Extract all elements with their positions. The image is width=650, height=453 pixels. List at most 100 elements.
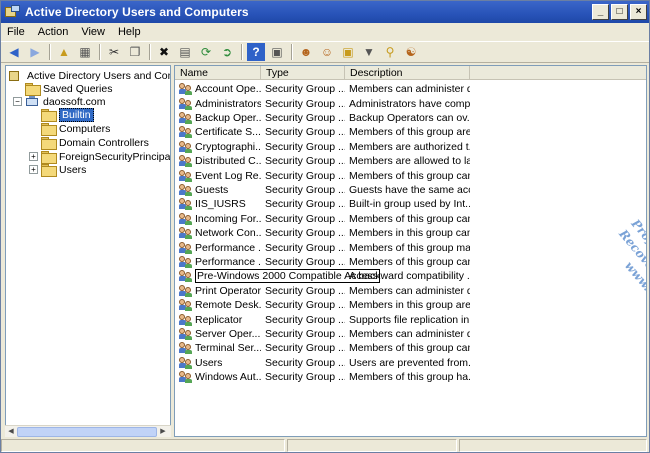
group-name: Distributed C...	[195, 155, 261, 168]
back-arrow-icon[interactable]: ◀	[5, 43, 23, 61]
cell-description: Members of this group are...	[349, 126, 470, 139]
tree-item-label: Saved Queries	[43, 82, 113, 95]
folder-icon	[41, 137, 57, 150]
minimize-button[interactable]: _	[592, 4, 609, 20]
export-list-icon[interactable]: ➲	[218, 43, 236, 61]
column-header-type[interactable]: Type	[261, 66, 345, 80]
tree-item-domain[interactable]: − daossoft.com	[13, 95, 105, 108]
filter-icon[interactable]: ▼	[360, 43, 378, 61]
group-name: Performance ...	[195, 241, 261, 254]
table-row[interactable]: Users Security Group ... Users are prevent…	[175, 356, 646, 370]
console-tree[interactable]: Active Directory Users and Comput Saved …	[5, 65, 171, 437]
group-name: Cryptographi...	[195, 140, 261, 153]
table-row[interactable]: Server Oper... Security Group ... Members …	[175, 327, 646, 341]
add-to-group-icon[interactable]: ☯	[402, 43, 420, 61]
show-hide-tree-icon[interactable]: ▦	[76, 43, 94, 61]
up-folder-icon[interactable]: ▲	[55, 43, 73, 61]
status-pane-main	[1, 439, 285, 452]
cell-description: Members can administer d...	[349, 284, 470, 297]
maximize-button[interactable]: □	[611, 4, 628, 20]
cell-name: Cryptographi...	[175, 140, 261, 153]
refresh-icon[interactable]: ⟳	[197, 43, 215, 61]
table-row[interactable]: Certificate S... Security Group ... Member…	[175, 125, 646, 139]
table-row[interactable]: Performance ... Security Group ... Members…	[175, 240, 646, 254]
table-row[interactable]: Distributed C... Security Group ... Member…	[175, 154, 646, 168]
group-name: Backup Oper...	[195, 111, 261, 124]
column-header-description[interactable]: Description	[345, 66, 470, 80]
forward-arrow-icon[interactable]: ▶	[26, 43, 44, 61]
scroll-left-icon[interactable]: ◀	[5, 426, 17, 437]
cut-icon[interactable]: ✂	[105, 43, 123, 61]
tree-item-saved-queries[interactable]: Saved Queries	[25, 82, 113, 96]
cell-type: Security Group ...	[265, 183, 345, 196]
table-row[interactable]: Account Ope... Security Group ... Members …	[175, 82, 646, 96]
tree-item-computers[interactable]: Computers	[41, 122, 110, 136]
cell-description: Backup Operators can ov...	[349, 111, 470, 124]
table-row[interactable]: Terminal Ser... Security Group ... Members…	[175, 341, 646, 355]
table-row[interactable]: Replicator Security Group ... Supports fil…	[175, 312, 646, 326]
table-row[interactable]: Incoming For... Security Group ... Members…	[175, 212, 646, 226]
security-group-icon	[179, 111, 192, 124]
cell-type: Security Group ...	[265, 371, 345, 384]
tree-item-domain-controllers[interactable]: Domain Controllers	[41, 136, 149, 150]
details-list[interactable]: Name Type Description Account Ope... Secu…	[174, 65, 647, 437]
scroll-right-icon[interactable]: ▶	[157, 426, 169, 437]
table-row[interactable]: Cryptographi... Security Group ... Members…	[175, 140, 646, 154]
cell-name: Users	[175, 356, 261, 369]
app-window: Active Directory Users and Computers _ □…	[0, 0, 650, 453]
folder-icon	[41, 123, 57, 136]
column-header-name[interactable]: Name	[175, 66, 261, 80]
copy-icon[interactable]: ❐	[126, 43, 144, 61]
collapse-icon[interactable]: −	[13, 97, 22, 106]
status-pane-tertiary	[459, 439, 647, 452]
tree-item-root[interactable]: Active Directory Users and Comput	[9, 69, 170, 82]
title-bar[interactable]: Active Directory Users and Computers _ □…	[1, 1, 649, 23]
cell-name: Windows Aut...	[175, 371, 261, 384]
tree-horizontal-scrollbar[interactable]: ◀ ▶	[5, 425, 171, 437]
tree-item-foreign-security-principals[interactable]: + ForeignSecurityPrincipals	[29, 150, 170, 164]
table-row[interactable]: Guests Security Group ... Guests have the …	[175, 183, 646, 197]
help-icon[interactable]: ?	[247, 43, 265, 61]
menu-action[interactable]: Action	[38, 26, 69, 38]
table-row[interactable]: IIS_IUSRS Security Group ... Built-in grou…	[175, 197, 646, 211]
cell-description: Members can administer d...	[349, 83, 470, 96]
delete-icon[interactable]: ✖	[155, 43, 173, 61]
table-row[interactable]: Performance ... Security Group ... Members…	[175, 255, 646, 269]
security-group-icon	[179, 270, 192, 283]
toolbar-separator	[99, 44, 101, 60]
table-row[interactable]: Backup Oper... Security Group ... Backup O…	[175, 111, 646, 125]
new-user-icon[interactable]: ☻	[297, 43, 315, 61]
security-group-icon	[179, 198, 192, 211]
menu-file[interactable]: File	[7, 26, 25, 38]
tree-item-builtin[interactable]: Builtin	[41, 107, 94, 122]
table-row[interactable]: Pre-Windows 2000 Compatible Access A back…	[175, 269, 646, 284]
cell-description: Guests have the same acc...	[349, 183, 470, 196]
tree-item-users[interactable]: + Users	[29, 163, 86, 177]
cell-description: A backward compatibility ...	[349, 270, 470, 283]
table-row[interactable]: Print Operators Security Group ... Members…	[175, 284, 646, 298]
console-icon[interactable]: ▣	[268, 43, 286, 61]
menu-view[interactable]: View	[81, 26, 105, 38]
close-button[interactable]: ×	[630, 4, 647, 20]
group-name: Account Ope...	[195, 83, 261, 96]
table-row[interactable]: Event Log Re... Security Group ... Members…	[175, 168, 646, 182]
toolbar-separator	[291, 44, 293, 60]
properties-icon[interactable]: ▤	[176, 43, 194, 61]
window-title: Active Directory Users and Computers	[25, 5, 249, 19]
new-ou-icon[interactable]: ▣	[339, 43, 357, 61]
security-group-icon	[179, 327, 192, 340]
new-group-icon[interactable]: ☺	[318, 43, 336, 61]
table-row[interactable]: Remote Desk... Security Group ... Members …	[175, 298, 646, 312]
table-row[interactable]: Network Con... Security Group ... Members …	[175, 226, 646, 240]
expand-icon[interactable]: +	[29, 152, 38, 161]
expand-icon[interactable]: +	[29, 165, 38, 174]
menu-help[interactable]: Help	[118, 26, 141, 38]
cell-type: Security Group ...	[265, 342, 345, 355]
status-pane-secondary	[287, 439, 457, 452]
table-row[interactable]: Administrators Security Group ... Administ…	[175, 96, 646, 110]
cell-type: Security Group ...	[265, 111, 345, 124]
security-group-icon	[179, 356, 192, 369]
scroll-thumb[interactable]	[17, 426, 157, 437]
find-icon[interactable]: ⚲	[381, 43, 399, 61]
table-row[interactable]: Windows Aut... Security Group ... Members …	[175, 370, 646, 384]
